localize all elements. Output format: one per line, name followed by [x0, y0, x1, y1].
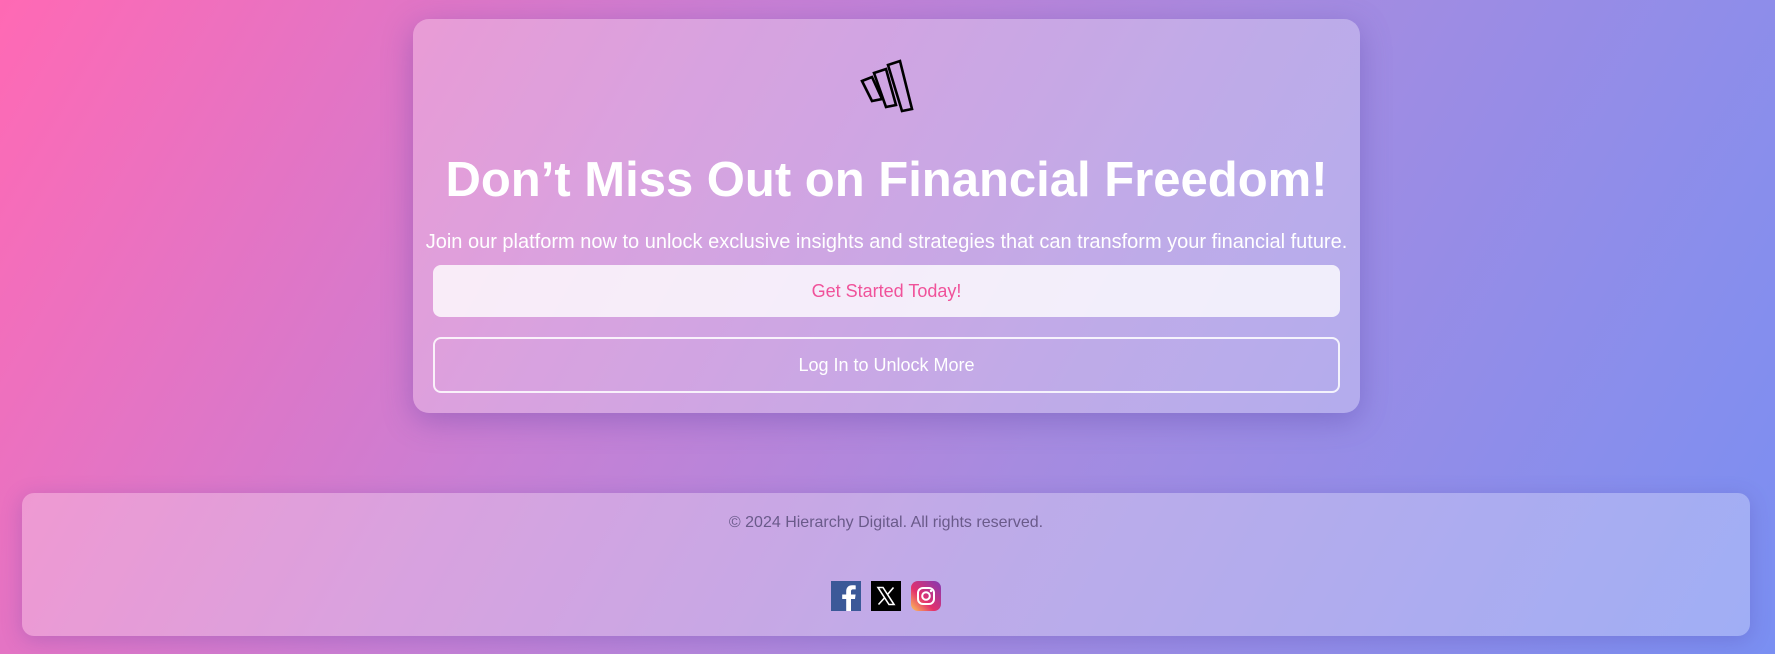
footer: © 2024 Hierarchy Digital. All rights res… — [22, 493, 1750, 636]
copyright-text: © 2024 Hierarchy Digital. All rights res… — [728, 514, 1044, 531]
instagram-icon[interactable] — [911, 581, 941, 611]
hero-card: Don’t Miss Out on Financial Freedom! Joi… — [413, 19, 1360, 413]
social-links — [22, 581, 1750, 611]
page-title: Don’t Miss Out on Financial Freedom! — [445, 153, 1328, 207]
login-button[interactable]: Log In to Unlock More — [433, 337, 1340, 393]
get-started-button[interactable]: Get Started Today! — [433, 265, 1340, 317]
hero-subtitle: Join our platform now to unlock exclusiv… — [425, 231, 1348, 253]
facebook-icon[interactable] — [831, 581, 861, 611]
hierarchy-digital-logo-icon — [860, 59, 914, 113]
x-twitter-icon[interactable] — [871, 581, 901, 611]
